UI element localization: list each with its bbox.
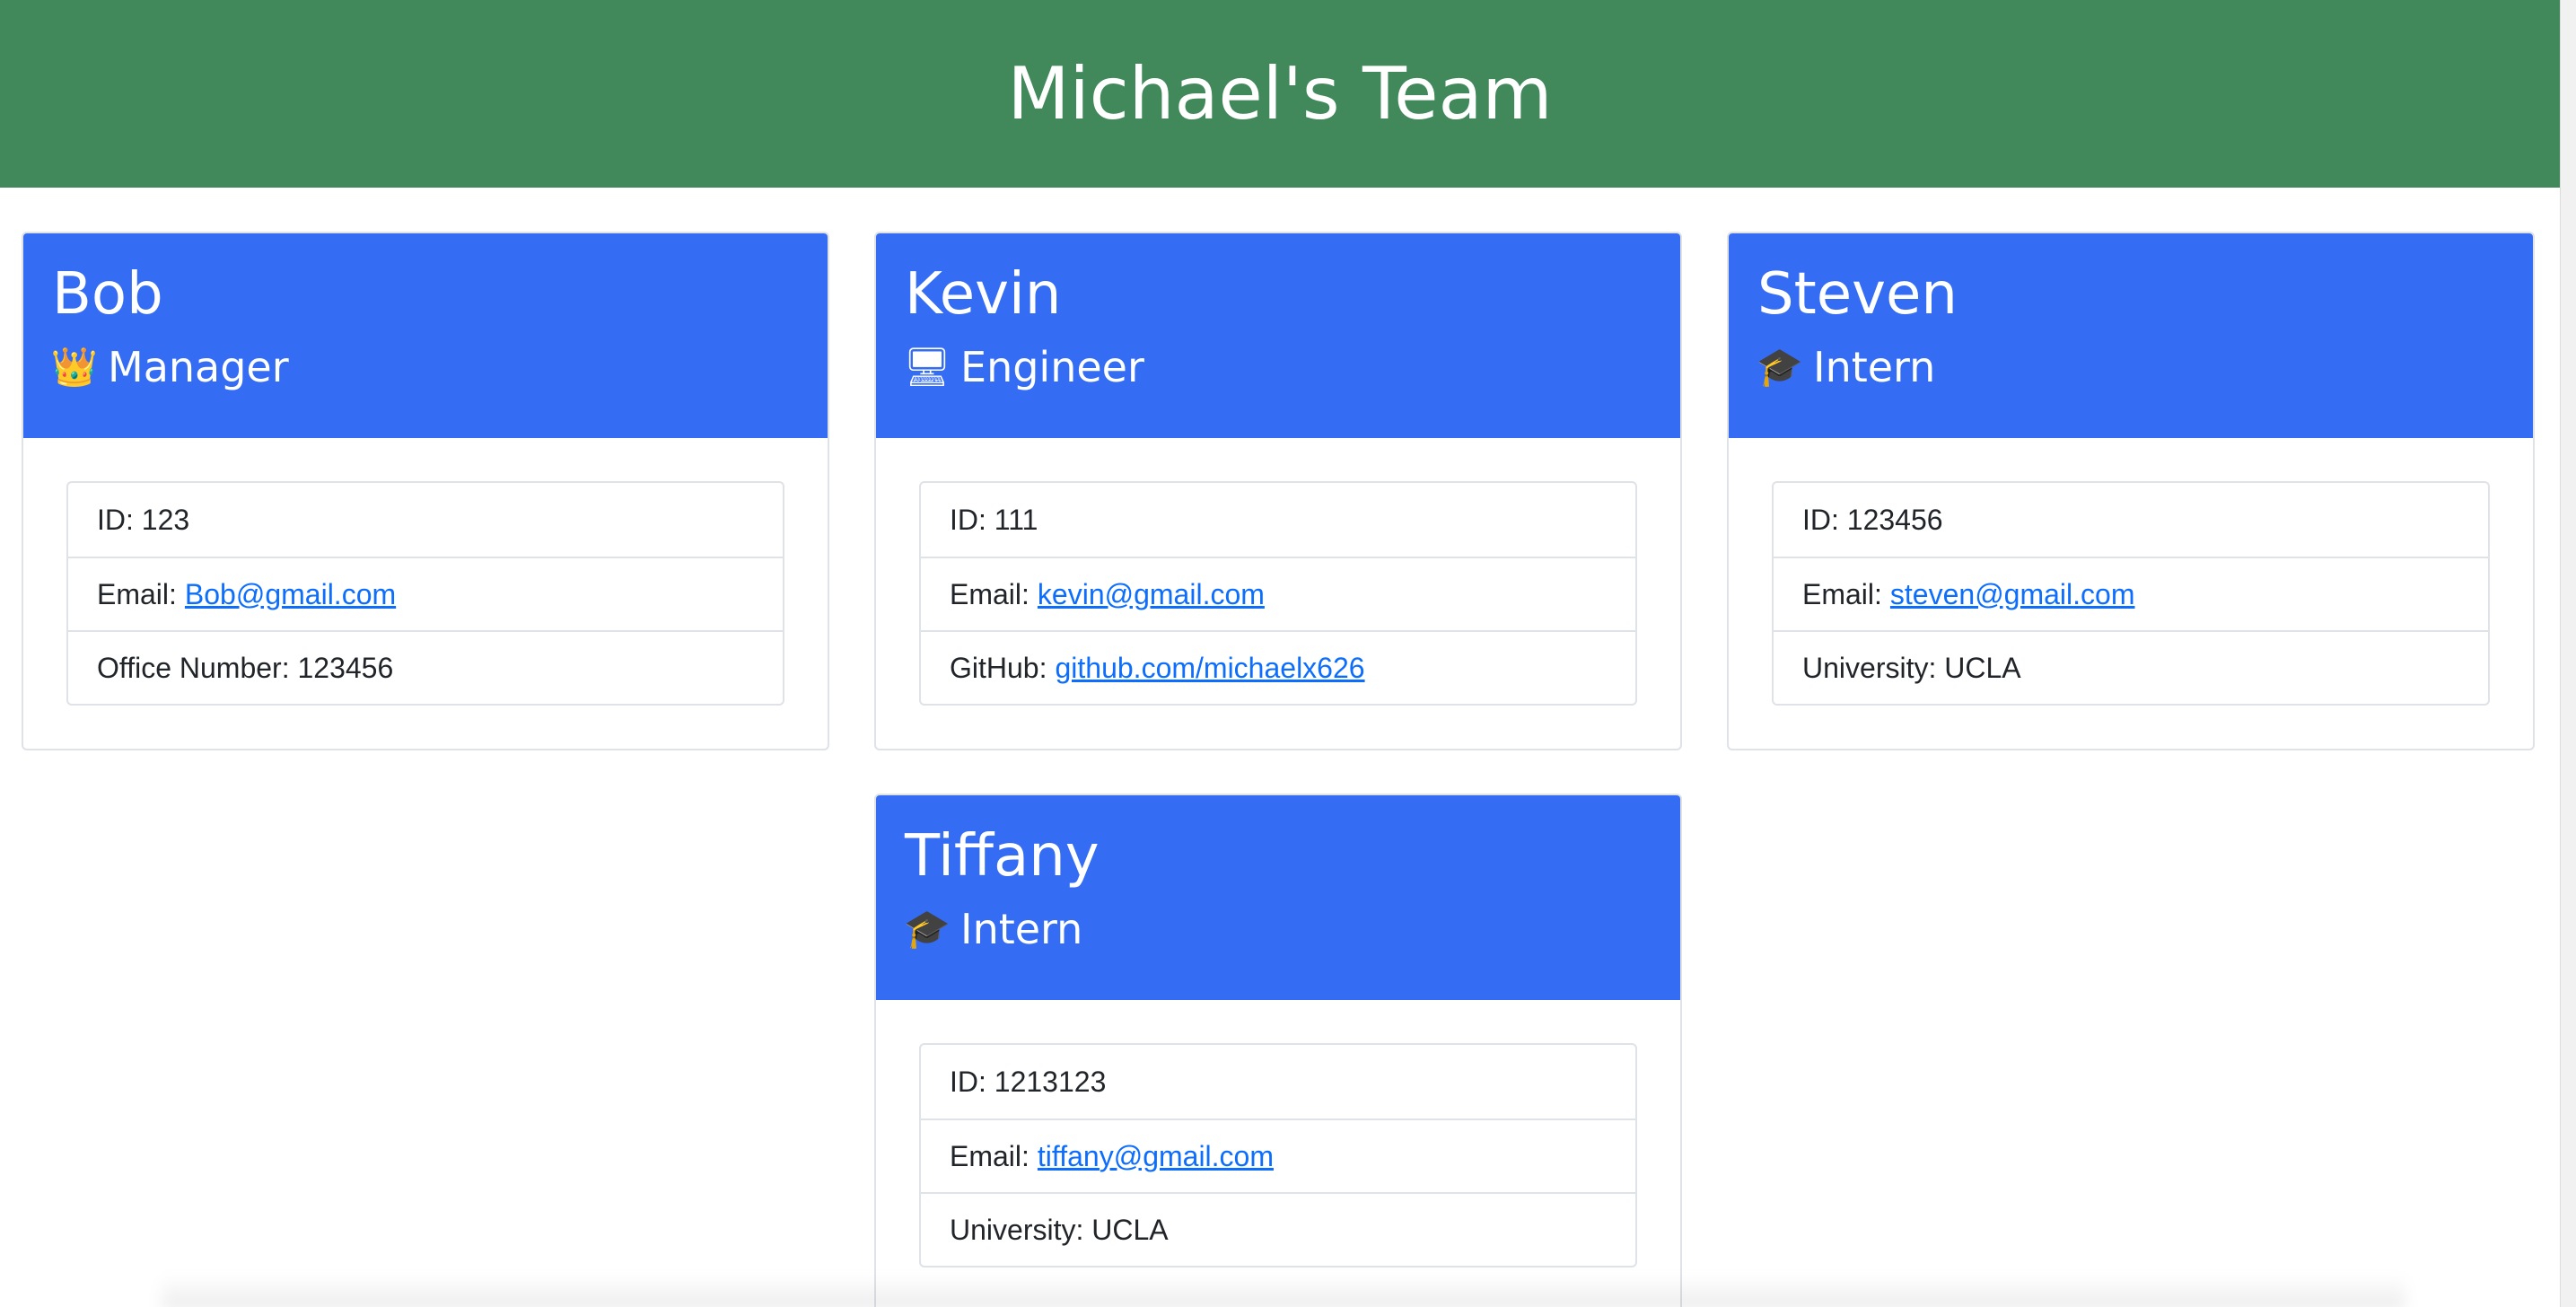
office-number-row: Office Number: 123456 — [68, 630, 783, 704]
card-body: ID: 1213123 Email: tiffany@gmail.com Uni… — [876, 1000, 1680, 1307]
card-header: Kevin 🖥 Engineer — [876, 233, 1680, 438]
employee-role: 🎓 Intern — [1757, 345, 2533, 390]
employee-name: Kevin — [905, 261, 1062, 328]
id-value: 111 — [994, 503, 1038, 536]
role-label: Engineer — [960, 343, 1144, 391]
email-link[interactable]: Bob@gmail.com — [185, 578, 396, 611]
employee-details-list: ID: 123456 Email: steven@gmail.com Unive… — [1772, 481, 2490, 706]
email-label: Email: — [950, 577, 1030, 610]
github-row: GitHub: github.com/michaelx626 — [921, 630, 1635, 704]
employee-id-row: ID: 111 — [921, 483, 1635, 557]
university-row: University: UCLA — [921, 1192, 1635, 1266]
card-body: ID: 123456 Email: steven@gmail.com Unive… — [1729, 438, 2533, 749]
office-number-label: Office Number: — [97, 651, 290, 684]
employee-name: Steven — [1757, 261, 1958, 328]
vertical-scrollbar[interactable] — [2560, 0, 2576, 1307]
office-number-value: 123456 — [297, 651, 394, 684]
email-link[interactable]: tiffany@gmail.com — [1038, 1140, 1274, 1173]
employee-name: Tiffany — [905, 823, 1100, 890]
role-label: Intern — [960, 905, 1083, 953]
university-value: UCLA — [1091, 1213, 1169, 1246]
card-body: ID: 111 Email: kevin@gmail.com GitHub: g… — [876, 438, 1680, 749]
graduation-cap-icon: 🎓 — [903, 907, 951, 951]
employee-name: Bob — [52, 261, 163, 328]
employee-details-list: ID: 123 Email: Bob@gmail.com Office Numb… — [66, 481, 784, 706]
university-row: University: UCLA — [1774, 630, 2488, 704]
card-header: Steven 🎓 Intern — [1729, 233, 2533, 438]
id-label: ID: — [950, 503, 986, 536]
university-label: University: — [1802, 651, 1937, 684]
crown-icon: 👑 — [50, 345, 99, 389]
id-label: ID: — [97, 503, 134, 536]
email-link[interactable]: steven@gmail.com — [1890, 578, 2135, 611]
employee-email-row: Email: kevin@gmail.com — [921, 557, 1635, 630]
github-link[interactable]: github.com/michaelx626 — [1055, 652, 1364, 685]
page-title: Michael's Team — [1007, 52, 1553, 136]
card-body: ID: 123 Email: Bob@gmail.com Office Numb… — [23, 438, 828, 749]
university-value: UCLA — [1944, 651, 2021, 684]
id-value: 1213123 — [994, 1065, 1107, 1098]
email-label: Email: — [950, 1139, 1030, 1172]
page-header: Michael's Team — [0, 0, 2560, 188]
role-label: Intern — [1813, 343, 1936, 391]
card-header: Tiffany 🎓 Intern — [876, 795, 1680, 1000]
team-page: Michael's Team Bob 👑 Manager ID: 123 Ema… — [0, 0, 2560, 1307]
github-label: GitHub: — [950, 651, 1047, 684]
email-label: Email: — [1802, 577, 1882, 610]
employee-email-row: Email: tiffany@gmail.com — [921, 1118, 1635, 1192]
employee-role: 👑 Manager — [50, 343, 828, 391]
employee-card-bob: Bob 👑 Manager ID: 123 Email: Bob@gmail.c… — [22, 232, 829, 750]
email-label: Email: — [97, 577, 177, 610]
employee-id-row: ID: 123456 — [1774, 483, 2488, 557]
employee-id-row: ID: 1213123 — [921, 1045, 1635, 1118]
employee-role: 🖥 Engineer — [903, 343, 1680, 391]
employee-email-row: Email: steven@gmail.com — [1774, 557, 2488, 630]
employee-role: 🎓 Intern — [903, 905, 1680, 953]
employee-details-list: ID: 1213123 Email: tiffany@gmail.com Uni… — [919, 1043, 1637, 1268]
window-bottom-shadow — [162, 1275, 2405, 1307]
employee-email-row: Email: Bob@gmail.com — [68, 557, 783, 630]
card-header: Bob 👑 Manager — [23, 233, 828, 438]
employee-card-tiffany: Tiffany 🎓 Intern ID: 1213123 Email: tiff… — [874, 794, 1682, 1307]
employee-card-kevin: Kevin 🖥 Engineer ID: 111 Email: kevin@gm… — [874, 232, 1682, 750]
graduation-cap-icon: 🎓 — [1756, 345, 1804, 389]
employee-details-list: ID: 111 Email: kevin@gmail.com GitHub: g… — [919, 481, 1637, 706]
id-label: ID: — [1802, 503, 1839, 536]
role-label: Manager — [108, 343, 289, 391]
id-value: 123456 — [1846, 503, 1943, 536]
computer-icon: 🖥 — [903, 345, 951, 389]
id-label: ID: — [950, 1065, 986, 1098]
email-link[interactable]: kevin@gmail.com — [1038, 578, 1265, 611]
id-value: 123 — [141, 503, 190, 536]
employee-id-row: ID: 123 — [68, 483, 783, 557]
university-label: University: — [950, 1213, 1084, 1246]
employee-card-steven: Steven 🎓 Intern ID: 123456 Email: steven… — [1727, 232, 2535, 750]
